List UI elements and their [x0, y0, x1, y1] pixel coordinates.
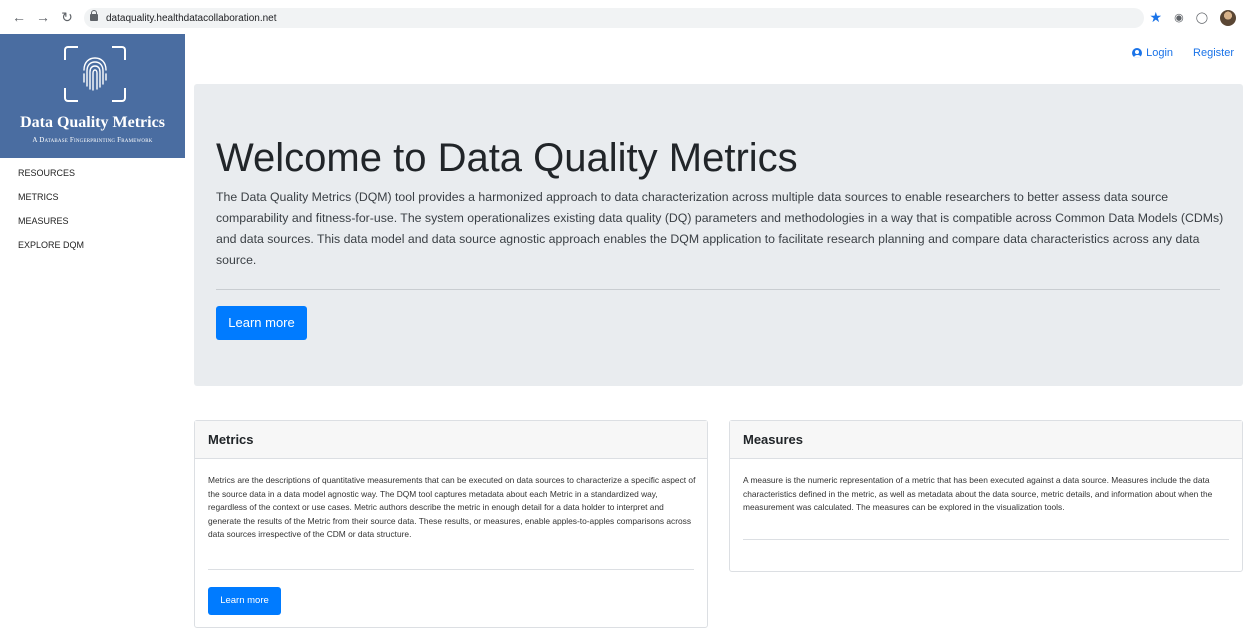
page-title: Welcome to Data Quality Metrics	[216, 136, 798, 180]
divider	[208, 569, 694, 570]
sidebar-item-resources[interactable]: RESOURCES	[18, 166, 84, 190]
bookmark-star-icon[interactable]: ★	[1150, 9, 1163, 26]
fingerprint-logo-icon	[64, 46, 126, 102]
divider	[216, 289, 1220, 290]
welcome-description: The Data Quality Metrics (DQM) tool prov…	[216, 190, 1224, 267]
metrics-card: Metrics Metrics are the descriptions of …	[194, 420, 708, 628]
learn-more-button[interactable]: Learn more	[216, 306, 307, 340]
metrics-learn-more-button[interactable]: Learn more	[208, 587, 281, 615]
sidebar-item-measures[interactable]: MEASURES	[18, 214, 84, 238]
sidebar-brand[interactable]: Data Quality Metrics A Database Fingerpr…	[0, 34, 185, 158]
url-text: dataquality.healthdatacollaboration.net	[106, 12, 277, 24]
measures-card: Measures A measure is the numeric repres…	[729, 420, 1243, 572]
login-label: Login	[1146, 47, 1174, 59]
lock-icon	[90, 10, 98, 22]
brand-title: Data Quality Metrics	[20, 114, 165, 131]
address-bar[interactable]: dataquality.healthdatacollaboration.net	[84, 8, 1144, 28]
metrics-card-title: Metrics	[195, 421, 707, 459]
reload-icon[interactable]: ↻	[58, 9, 76, 26]
back-arrow-icon[interactable]: ←	[10, 9, 28, 25]
browser-actions: ★ ◉ ◯	[1150, 9, 1236, 26]
login-link[interactable]: Login	[1132, 47, 1173, 59]
measures-card-title: Measures	[730, 421, 1242, 459]
forward-arrow-icon[interactable]: →	[34, 9, 52, 25]
sidebar-item-explore-dqm[interactable]: EXPLORE DQM	[18, 238, 84, 262]
top-nav: Login Register	[1132, 47, 1234, 59]
sidebar-item-metrics[interactable]: METRICS	[18, 190, 84, 214]
welcome-jumbotron: Welcome to Data Quality Metrics The Data…	[194, 84, 1243, 386]
profile-avatar[interactable]	[1220, 9, 1236, 26]
sidebar-nav: RESOURCES METRICS MEASURES EXPLORE DQM	[18, 166, 84, 262]
extension-icon[interactable]: ◉	[1174, 11, 1184, 24]
metrics-card-text: Metrics are the descriptions of quantita…	[208, 475, 696, 540]
user-circle-icon	[1132, 48, 1143, 58]
measures-card-text: A measure is the numeric representation …	[743, 475, 1213, 513]
brand-subtitle: A Database Fingerprinting Framework	[32, 136, 153, 144]
register-link[interactable]: Register	[1193, 47, 1234, 59]
browser-toolbar: ← → ↻ dataquality.healthdatacollaboratio…	[0, 0, 1246, 34]
divider	[743, 539, 1229, 540]
extension-circle-icon[interactable]: ◯	[1196, 11, 1208, 24]
